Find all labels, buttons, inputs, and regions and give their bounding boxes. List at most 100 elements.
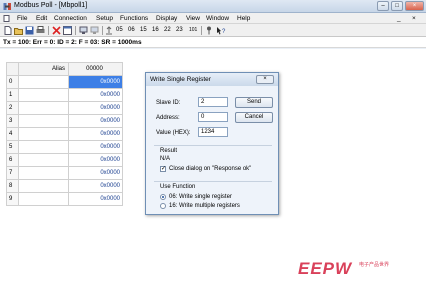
alias-cell[interactable] — [18, 153, 69, 167]
toolbar-separator — [75, 26, 76, 35]
value-cell[interactable]: 0x0000 — [68, 192, 123, 206]
save-icon[interactable] — [25, 26, 34, 35]
menu-window[interactable]: Window — [206, 15, 229, 22]
row-index: 0 — [6, 75, 19, 89]
dialog-close-button[interactable]: × — [256, 75, 274, 84]
connect-icon[interactable] — [79, 26, 88, 35]
status-line: Tx = 100: Err = 0: ID = 2: F = 03: SR = … — [0, 37, 426, 48]
svg-text:?: ? — [222, 29, 226, 35]
menu-help[interactable]: Help — [237, 15, 250, 22]
table-row[interactable]: 9 0x0000 — [6, 192, 123, 206]
menu-connection[interactable]: Connection — [54, 15, 87, 22]
disconnect-icon[interactable] — [90, 26, 99, 35]
address-column-header[interactable]: 00000 — [68, 62, 123, 76]
grid-header-row: Alias 00000 — [6, 62, 123, 76]
write-single-register-dialog: Write Single Register × Slave ID: 2 Send… — [145, 72, 279, 215]
alias-cell[interactable] — [18, 192, 69, 206]
table-row[interactable]: 7 0x0000 — [6, 166, 123, 180]
value-cell[interactable]: 0x0000 — [68, 179, 123, 193]
row-index: 6 — [6, 153, 19, 167]
read-once-icon[interactable] — [105, 26, 113, 35]
address-field[interactable]: 0 — [198, 112, 228, 122]
maximize-button[interactable]: □ — [391, 1, 403, 11]
register-grid: Alias 00000 0 0x0000 1 0x0000 2 0x0000 3 0x0… — [6, 62, 123, 206]
result-value: N/A — [160, 156, 171, 162]
table-row[interactable]: 0 0x0000 — [6, 75, 123, 89]
title-bar: Modbus Poll - [Mbpoll1] – □ × — [0, 0, 426, 13]
table-row[interactable]: 8 0x0000 — [6, 179, 123, 193]
value-cell[interactable]: 0x0000 — [68, 166, 123, 180]
table-row[interactable]: 6 0x0000 — [6, 153, 123, 167]
result-label: Result — [160, 148, 178, 154]
slave-id-field[interactable]: 2 — [198, 97, 228, 107]
cancel-button[interactable]: Cancel — [235, 112, 273, 123]
row-index: 3 — [6, 114, 19, 128]
use-function-group: Use Function 06: Write single register 1… — [154, 181, 272, 211]
window-icon[interactable] — [63, 26, 72, 35]
menu-setup[interactable]: Setup — [96, 15, 113, 22]
new-file-icon[interactable] — [3, 26, 12, 35]
child-close-button[interactable]: × — [412, 15, 416, 22]
alias-cell[interactable] — [18, 88, 69, 102]
table-row[interactable]: 1 0x0000 — [6, 88, 123, 102]
alias-cell[interactable] — [18, 140, 69, 154]
row-index: 4 — [6, 127, 19, 141]
grid-corner-header — [6, 62, 19, 76]
row-index: 9 — [6, 192, 19, 206]
menu-file[interactable]: File — [17, 15, 27, 22]
alias-cell[interactable] — [18, 75, 69, 89]
modbus-app-icon — [3, 3, 11, 10]
value-hex-field[interactable]: 1234 — [198, 127, 228, 137]
row-index: 8 — [6, 179, 19, 193]
result-group: Result N/A ✓ Close dialog on "Response o… — [154, 145, 272, 179]
pin-icon[interactable] — [205, 26, 213, 35]
fc06-button[interactable]: 06 — [128, 26, 135, 35]
fc05-button[interactable]: 05 — [116, 26, 123, 35]
table-row[interactable]: 5 0x0000 — [6, 140, 123, 154]
fc101-button[interactable]: 101 — [189, 26, 197, 35]
print-icon[interactable] — [36, 26, 45, 35]
minimize-button[interactable]: – — [377, 1, 389, 11]
alias-cell[interactable] — [18, 127, 69, 141]
value-cell[interactable]: 0x0000 — [68, 114, 123, 128]
send-button[interactable]: Send — [235, 97, 273, 108]
fn16-radio[interactable] — [160, 203, 166, 209]
alias-cell[interactable] — [18, 179, 69, 193]
value-cell[interactable]: 0x0000 — [68, 153, 123, 167]
alias-cell[interactable] — [18, 166, 69, 180]
close-on-ok-checkbox[interactable]: ✓ — [160, 166, 166, 172]
menu-view[interactable]: View — [186, 15, 200, 22]
close-on-ok-label: Close dialog on "Response ok" — [169, 166, 252, 172]
help-pointer-icon[interactable]: ? — [216, 26, 226, 35]
toolbar-separator — [48, 26, 49, 35]
child-minimize-button[interactable]: _ — [397, 15, 401, 22]
fn06-radio[interactable] — [160, 194, 166, 200]
delete-icon[interactable] — [52, 26, 61, 35]
toolbar-separator — [102, 26, 103, 35]
value-cell[interactable]: 0x0000 — [68, 101, 123, 115]
fc23-button[interactable]: 23 — [176, 26, 183, 35]
fc15-button[interactable]: 15 — [140, 26, 147, 35]
alias-cell[interactable] — [18, 114, 69, 128]
value-cell[interactable]: 0x0000 — [68, 127, 123, 141]
close-window-button[interactable]: × — [405, 1, 424, 11]
table-row[interactable]: 4 0x0000 — [6, 127, 123, 141]
value-cell[interactable]: 0x0000 — [68, 75, 123, 89]
document-icon — [3, 15, 10, 22]
eepw-watermark-subtitle: 电子产品世界 — [359, 262, 390, 268]
menu-display[interactable]: Display — [156, 15, 177, 22]
toolbar-separator — [201, 26, 202, 35]
table-row[interactable]: 3 0x0000 — [6, 114, 123, 128]
value-cell[interactable]: 0x0000 — [68, 88, 123, 102]
menu-edit[interactable]: Edit — [36, 15, 47, 22]
alias-column-header[interactable]: Alias — [18, 62, 69, 76]
dialog-title: Write Single Register — [150, 76, 211, 83]
value-cell[interactable]: 0x0000 — [68, 140, 123, 154]
table-row[interactable]: 2 0x0000 — [6, 101, 123, 115]
fc22-button[interactable]: 22 — [164, 26, 171, 35]
alias-cell[interactable] — [18, 101, 69, 115]
slave-id-label: Slave ID: — [156, 100, 181, 106]
open-folder-icon[interactable] — [14, 26, 23, 35]
fc16-button[interactable]: 16 — [152, 26, 159, 35]
menu-functions[interactable]: Functions — [120, 15, 148, 22]
